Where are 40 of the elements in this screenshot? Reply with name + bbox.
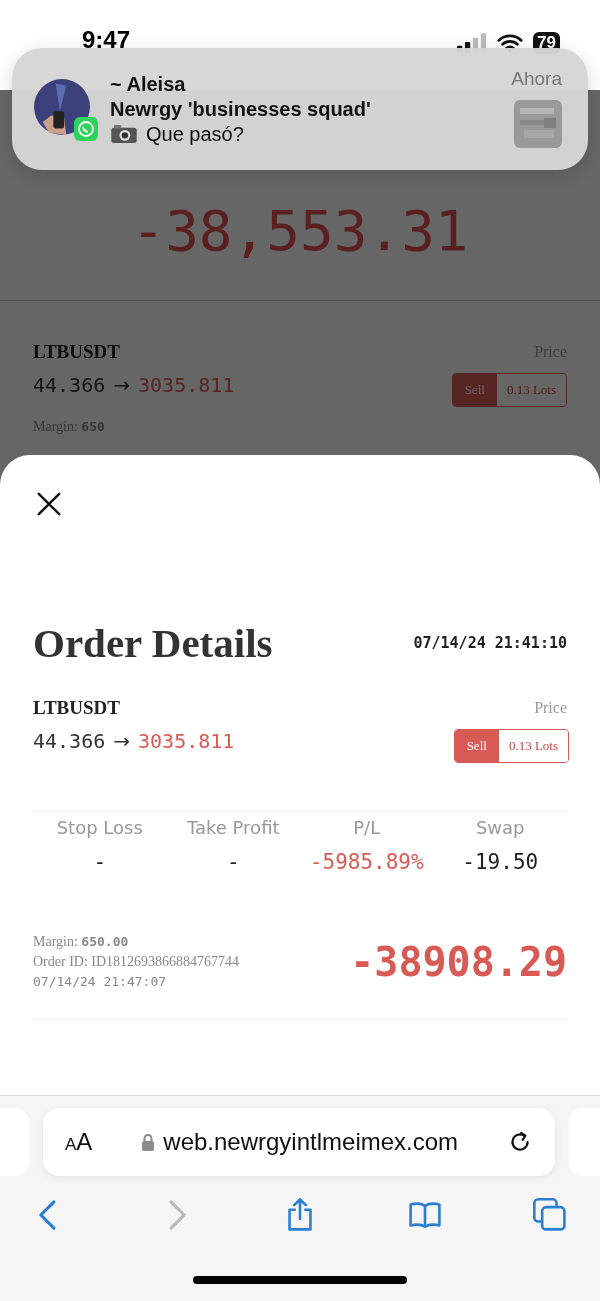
notification-banner[interactable]: ~ Aleisa Newrgy 'businesses squad' Que pasó? Ahora [12,48,588,170]
arrow-icon: → [113,373,130,397]
stat-value: - [92,850,108,874]
lock-icon [141,1133,156,1151]
current-price: 3035.811 [138,373,235,397]
stat-value: -5985.89% [308,850,425,874]
message-text: Que pasó? [146,122,244,146]
chat-app-icon [74,117,98,141]
stat-value: - [225,850,241,874]
notification-time: Ahora [511,68,562,90]
arrow-icon: → [113,729,130,753]
group-name: Newrgy 'businesses squad' [110,97,372,121]
symbol-label: LTBUSDT [33,697,120,719]
stat-label: Take Profit [185,817,281,838]
stat-label: Swap [474,817,526,838]
sender-name: ~ Aleisa [110,72,187,96]
tabs-icon[interactable] [533,1198,567,1232]
order-timestamp: 07/14/24 21:41:10 [413,634,567,652]
profit-value: -38908.29 [350,938,567,985]
stat-label: P/L [352,817,382,838]
camera-icon [110,124,138,144]
symbol-label: LTBUSDT [33,341,120,363]
avatar-icon [34,79,90,135]
stat-label: Stop Loss [55,817,144,838]
text-size-button[interactable]: AA [65,1128,93,1156]
price-label: Price [534,699,567,717]
close-time: 07/14/24 21:47:07 [33,974,168,989]
url-text: web.newrgyintlmeimex.com [163,1128,459,1156]
current-price: 3035.811 [138,729,235,753]
total-value: -38,553.31 [130,198,470,263]
stat-value: -19.50 [461,850,540,874]
margin-text: Margin: 650.00 [33,934,130,950]
sheet-title: Order Details [33,619,273,667]
close-icon[interactable] [36,491,62,517]
address-bar[interactable]: AA web.newrgyintlmeimex.com [43,1108,555,1176]
open-price: 44.366 [33,373,106,397]
open-price: 44.366 [33,729,106,753]
side-label: Sell [454,730,499,762]
side-label: Sell [452,374,497,406]
order-id: Order ID: ID1812693866884767744 [33,954,240,970]
